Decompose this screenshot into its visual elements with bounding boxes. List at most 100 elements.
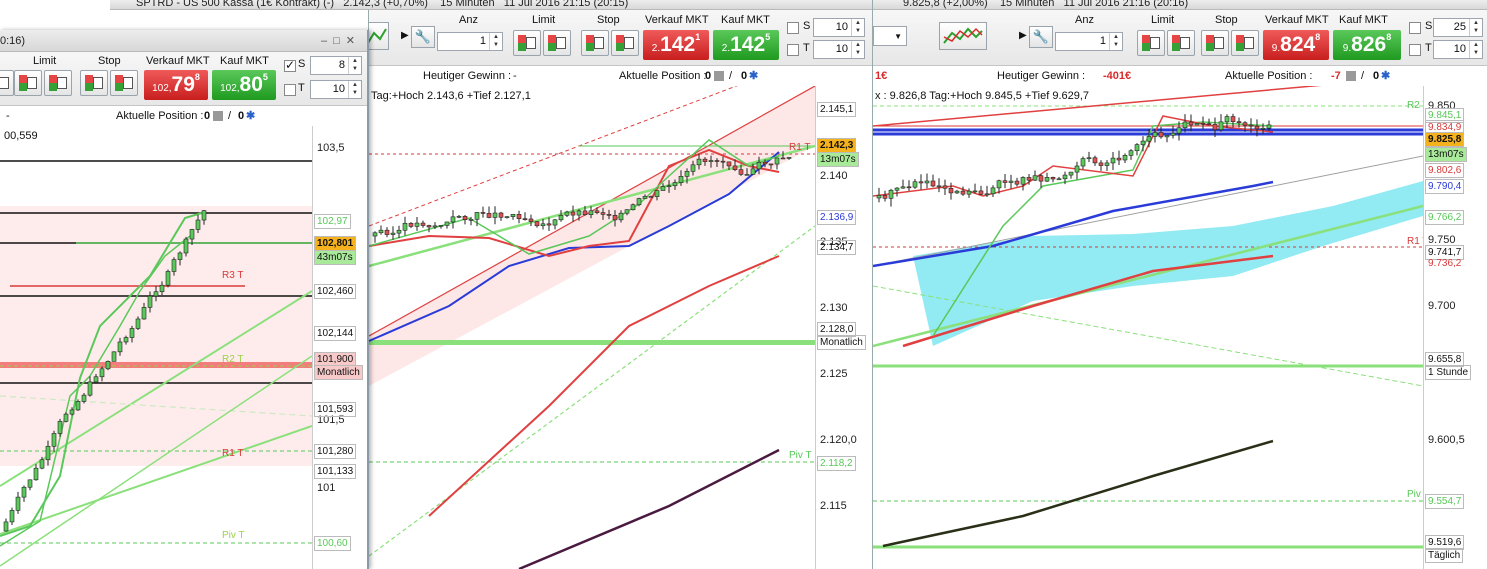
dax-chart-area[interactable]: x : 9.826,8 Tag:+Hoch 9.845,5 +Tief 9.62… [873,86,1423,569]
candle [117,341,123,353]
anz-spinner[interactable]: ▲ ▼ [1109,33,1122,50]
axis-tick: 101 [317,482,336,494]
target-distance-input[interactable]: 10 ▲ ▼ [1433,40,1483,59]
sp500-chart-area[interactable]: Tag:+Hoch 2.143,6 +Tief 2.127,1 R1 T Piv… [369,86,815,569]
price-tag: 9.790,4 [1425,179,1465,194]
wrench-button[interactable]: 🔧 [1029,26,1053,48]
candle [1020,177,1026,185]
anz-quantity-input[interactable]: 1 ▲ ▼ [437,32,503,51]
candle [1134,144,1140,152]
chart-type-button[interactable] [939,22,987,50]
sp500-price-chart[interactable] [369,86,815,569]
limit-buy-button[interactable] [1137,30,1165,56]
sell-market-button[interactable]: 9.8248 [1263,30,1329,60]
gain-value: -401€ [1103,70,1132,82]
candle [1032,175,1038,181]
position-slash: / [228,110,232,122]
candle [87,381,93,396]
level-r3: R3 T [222,270,244,281]
axis-tick: 2.130 [820,302,848,314]
sell-market-label: Verkauf MKT [645,14,709,26]
candle [450,216,456,223]
price-tag: 9.802,6 [1425,163,1465,178]
bund-chart-area[interactable]: 00,559 R3 T R2 T R1 T Piv T [0,126,312,569]
target-distance-input[interactable]: 10 ▲ ▼ [310,80,362,99]
candle [444,221,450,226]
stop-sell-button[interactable] [611,30,639,56]
bund-price-chart[interactable] [0,126,312,569]
orders-settings-icon[interactable]: ✱ [749,66,758,86]
limit-sell-button[interactable] [44,70,72,96]
axis-tick: 9.700 [1428,300,1456,312]
wrench-icon: 🔧 [1032,29,1050,44]
target-distance-input[interactable]: 10 ▲ ▼ [813,40,865,59]
stop-buy-button[interactable] [581,30,609,56]
limit-buy-button[interactable] [513,30,541,56]
candle-timer-tag: 13m07s [817,152,859,167]
price-tag: Monatlich [314,365,363,380]
stop-checkbox[interactable] [284,58,296,72]
timeframe-dropdown[interactable]: ▼ [873,26,907,46]
candle [948,187,954,194]
dax-window-titlebar[interactable]: 9.825,8 (+2,00%) 15 Minuten 11 Jul 2016 … [873,0,1487,10]
anz-quantity-input[interactable]: 1 ▲ ▼ [1055,32,1123,51]
sp500-window-titlebar[interactable]: SPTRD - US 500 Kassa (1€ Kontrakt) (-) 2… [110,0,872,10]
anz-partial-button[interactable] [0,70,14,96]
candle [1188,121,1194,126]
sell-market-button[interactable]: 2.1421 [643,30,709,60]
close-position-icon[interactable] [213,111,223,121]
limit-buy-button[interactable] [14,70,42,96]
stop-distance-input[interactable]: 25 ▲ ▼ [1433,18,1483,37]
limit-sell-button[interactable] [1167,30,1195,56]
dax-price-chart[interactable] [873,86,1423,569]
candle [1248,124,1254,127]
monthly-level [369,340,815,345]
candle [177,252,183,260]
level-r1: R1 T [1407,236,1423,247]
sell-market-button[interactable]: 102,798 [144,70,208,100]
stop-buy-button[interactable] [1201,30,1229,56]
candle [546,223,552,226]
stop-checkbox[interactable] [787,22,799,34]
target-checkbox[interactable] [284,84,296,96]
candle [456,216,462,218]
gain-label: Heutiger Gewinn : [997,70,1086,82]
buy-market-label: Kauf MKT [1339,14,1388,26]
buy-market-button[interactable]: 9.8268 [1333,30,1401,60]
candle [726,161,732,167]
chart-type-button[interactable] [369,22,389,50]
candle [1008,180,1014,183]
candle [402,222,408,231]
candle [1266,124,1272,129]
stop-distance-input[interactable]: 10 ▲ ▼ [813,18,865,37]
candle [924,180,930,184]
bund-chart-header: 00,559 [4,130,38,142]
close-position-icon[interactable] [1346,71,1356,81]
wrench-icon: 🔧 [414,29,432,44]
stop-distance-input[interactable]: 8 ▲ ▼ [310,56,362,75]
orders-settings-icon[interactable]: ✱ [246,106,255,126]
candle [63,413,69,422]
bund-window-titlebar[interactable]: 0:16) –□✕ [0,30,367,52]
limit-label: Limit [532,14,556,26]
bund-price-axis: 103,5 101,5 101 102,97 102,801 43m07s 10… [312,126,367,569]
window-controls[interactable]: –□✕ [321,30,361,51]
collapse-arrow-icon[interactable]: ▶ [1019,30,1027,41]
limit-sell-button[interactable] [543,30,571,56]
collapse-arrow-icon[interactable]: ▶ [401,30,409,41]
stop-sell-button[interactable] [1231,30,1259,56]
close-position-icon[interactable] [714,71,724,81]
orders-settings-icon[interactable]: ✱ [1381,66,1390,86]
stop-buy-button[interactable] [80,70,108,96]
target-checkbox[interactable] [787,44,799,56]
candle [1086,157,1092,160]
buy-market-button[interactable]: 102,805 [212,70,276,100]
sp500-order-toolbar: ▶ 🔧 Anz 1 ▲ ▼ Limit Stop Verkauf MKT 2.142… [369,10,872,66]
gain-label: Heutiger Gewinn : [423,70,512,82]
wrench-button[interactable]: 🔧 [411,26,435,48]
buy-market-button[interactable]: 2.1425 [713,30,779,60]
candle [648,196,654,198]
target-checkbox[interactable] [1409,44,1421,56]
stop-sell-button[interactable] [110,70,138,96]
stop-checkbox[interactable] [1409,22,1421,34]
